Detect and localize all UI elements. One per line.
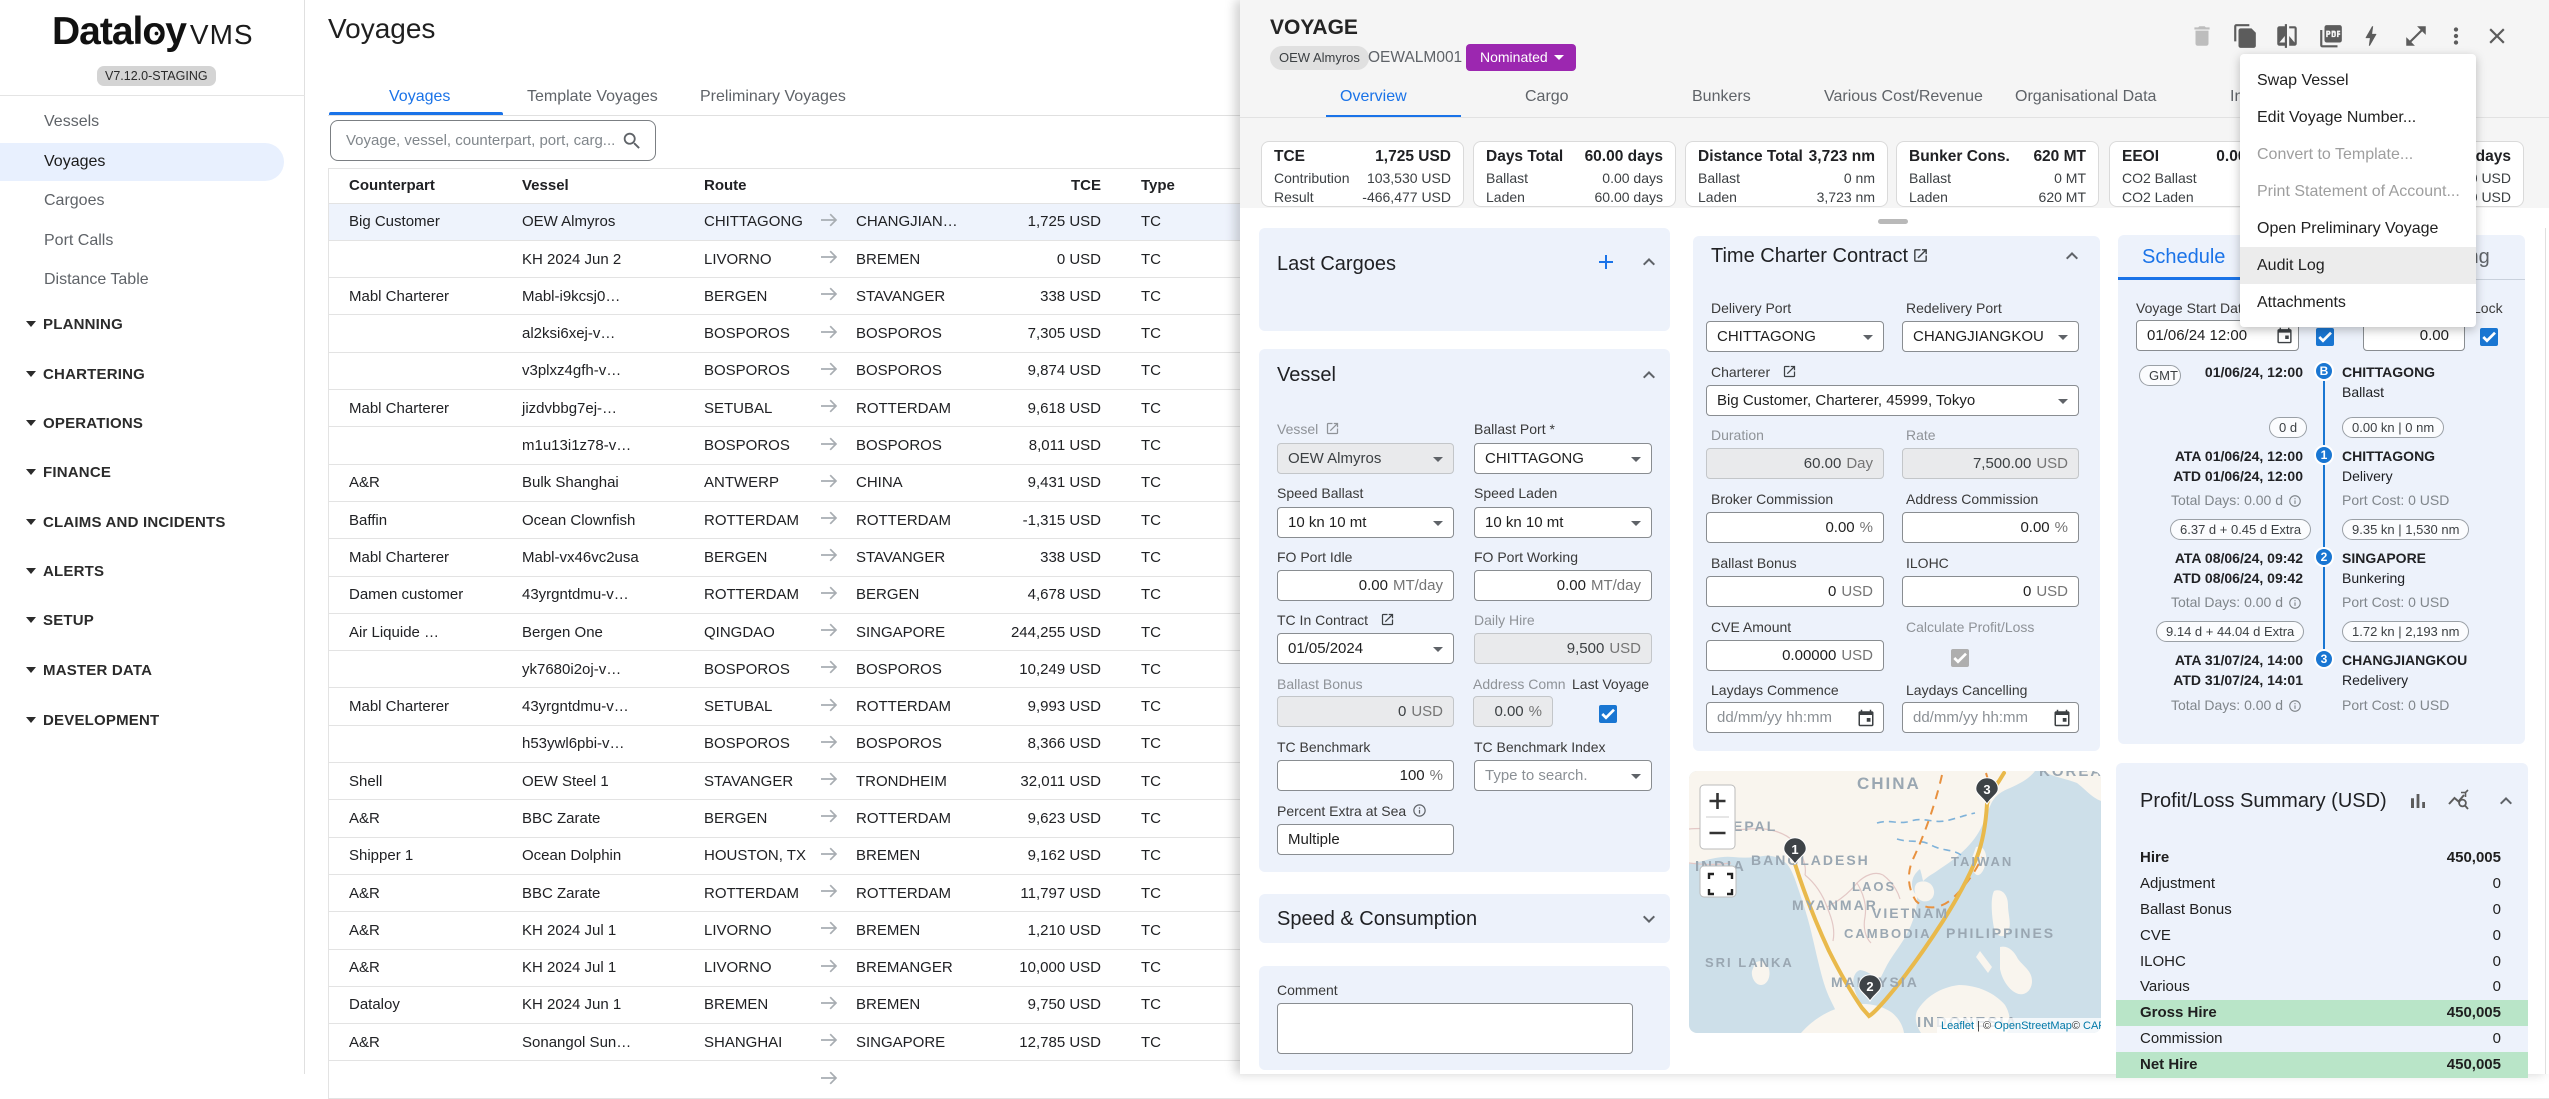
svg-text:BANGLADESH: BANGLADESH bbox=[1751, 852, 1870, 868]
svg-text:TAIWAN: TAIWAN bbox=[1951, 854, 2013, 869]
svg-text:PHILIPPINES: PHILIPPINES bbox=[1946, 925, 2055, 941]
svg-text:3: 3 bbox=[1983, 782, 1990, 797]
svg-text:1: 1 bbox=[1791, 842, 1798, 857]
svg-text:SRI LANKA: SRI LANKA bbox=[1705, 955, 1794, 970]
svg-text:KOREA: KOREA bbox=[2039, 771, 2101, 780]
svg-text:LAOS: LAOS bbox=[1852, 879, 1896, 894]
svg-text:CAMBODIA: CAMBODIA bbox=[1844, 926, 1932, 941]
svg-text:CHINA: CHINA bbox=[1857, 774, 1921, 793]
svg-text:MYANMAR: MYANMAR bbox=[1792, 897, 1878, 913]
svg-text:VIETNAM: VIETNAM bbox=[1872, 905, 1949, 921]
svg-text:EPAL: EPAL bbox=[1733, 818, 1777, 834]
svg-text:2: 2 bbox=[1866, 979, 1873, 994]
svg-text:Leaflet | © OpenStreetMap© CAR: Leaflet | © OpenStreetMap© CARTO bbox=[1941, 1020, 2101, 1032]
